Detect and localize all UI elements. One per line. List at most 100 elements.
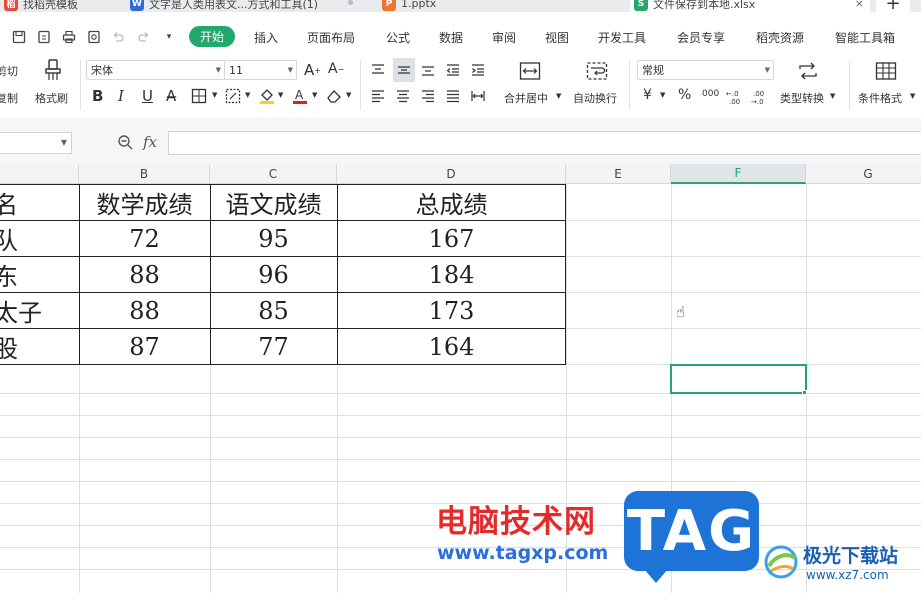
menu-data[interactable]: 数据	[439, 29, 463, 46]
menu-view[interactable]: 视图	[545, 29, 569, 46]
export-pdf-icon[interactable]	[35, 28, 53, 46]
table-cell[interactable]: 173	[337, 293, 566, 328]
percent-button[interactable]: %	[678, 87, 691, 103]
align-left-icon[interactable]	[368, 84, 388, 108]
font-size-select[interactable]: 11 ▼	[224, 60, 297, 80]
type-convert-icon[interactable]	[796, 59, 820, 83]
merge-center-icon[interactable]	[518, 59, 542, 83]
menu-formulas[interactable]: 公式	[386, 29, 410, 46]
column-header-g[interactable]: G	[806, 164, 921, 184]
menu-home-tab[interactable]: 开始	[189, 26, 235, 47]
merge-center-button[interactable]: 合并居中	[504, 90, 548, 106]
column-header-c[interactable]: C	[210, 164, 337, 184]
currency-button[interactable]: ¥	[643, 87, 652, 103]
table-cell[interactable]: 88	[79, 257, 210, 292]
chevron-down-icon[interactable]: ▼	[212, 91, 217, 99]
print-icon[interactable]	[60, 28, 78, 46]
copy-button[interactable]: 复制	[0, 90, 18, 106]
menu-insert[interactable]: 插入	[254, 29, 278, 46]
decrease-font-size-icon[interactable]: A −	[328, 61, 344, 77]
insert-function-button[interactable]: fx	[143, 133, 157, 151]
justify-icon[interactable]	[443, 84, 463, 108]
save-icon[interactable]	[10, 28, 28, 46]
table-cell[interactable]: 88	[79, 293, 210, 328]
bold-button[interactable]: B	[92, 87, 103, 105]
chevron-down-icon[interactable]: ▼	[245, 91, 250, 99]
column-header-a[interactable]: A	[0, 164, 79, 184]
fill-handle[interactable]	[802, 390, 807, 395]
menu-developer[interactable]: 开发工具	[598, 29, 646, 46]
format-painter-icon[interactable]	[41, 58, 65, 82]
fill-color-icon[interactable]	[256, 84, 278, 108]
wrap-text-icon[interactable]	[585, 59, 609, 83]
increase-decimal-icon[interactable]: ←.0.00	[724, 85, 746, 109]
table-header-cell[interactable]: 数学成绩	[79, 185, 210, 220]
chevron-down-icon[interactable]: ▼	[556, 92, 561, 100]
font-name-select[interactable]: 宋体 ▼	[86, 60, 225, 80]
new-tab-button[interactable]: +	[876, 0, 910, 12]
redo-icon[interactable]	[135, 28, 153, 46]
table-cell[interactable]: 队	[0, 221, 79, 256]
table-cell[interactable]: 184	[337, 257, 566, 292]
table-header-cell[interactable]: 名	[0, 185, 79, 220]
strikethrough-icon[interactable]: A̶	[166, 87, 176, 105]
table-cell[interactable]: 164	[337, 329, 566, 364]
decrease-indent-icon[interactable]	[443, 58, 463, 82]
chevron-down-icon[interactable]: ▼	[346, 91, 351, 99]
table-header-cell[interactable]: 语文成绩	[210, 185, 337, 220]
column-header-b[interactable]: B	[79, 164, 210, 184]
print-preview-icon[interactable]	[85, 28, 103, 46]
align-bottom-icon[interactable]	[418, 58, 438, 82]
name-box[interactable]: ▼	[0, 132, 72, 154]
column-header-d[interactable]: D	[337, 164, 566, 184]
chevron-down-icon[interactable]: ▼	[660, 91, 665, 99]
column-header-e[interactable]: E	[566, 164, 671, 184]
cut-button[interactable]: 剪切	[0, 63, 18, 79]
thousands-separator-button[interactable]: 000	[702, 89, 719, 99]
conditional-format-button[interactable]: 条件格式	[858, 90, 902, 106]
table-cell[interactable]: 股	[0, 329, 79, 364]
menu-smart-toolbox[interactable]: 智能工具箱	[835, 29, 895, 46]
chevron-down-icon[interactable]: ▼	[278, 91, 283, 99]
align-center-icon[interactable]	[393, 84, 413, 108]
table-cell[interactable]: 77	[210, 329, 337, 364]
increase-font-size-icon[interactable]: A +	[304, 61, 321, 79]
menu-page-layout[interactable]: 页面布局	[307, 29, 355, 46]
table-cell[interactable]: 95	[210, 221, 337, 256]
align-middle-icon[interactable]	[393, 58, 415, 82]
wrap-text-button[interactable]: 自动换行	[573, 90, 617, 106]
distributed-align-icon[interactable]	[468, 84, 488, 108]
type-convert-button[interactable]: 类型转换	[780, 90, 824, 106]
zoom-search-icon[interactable]	[117, 134, 133, 150]
table-cell[interactable]: 87	[79, 329, 210, 364]
eraser-icon[interactable]	[323, 84, 345, 108]
align-right-icon[interactable]	[418, 84, 438, 108]
align-top-icon[interactable]	[368, 58, 388, 82]
close-tab-icon[interactable]: ×	[855, 0, 864, 10]
quick-access-dropdown-icon[interactable]: ▾	[160, 28, 178, 46]
chevron-down-icon[interactable]: ▼	[910, 92, 915, 100]
menu-review[interactable]: 审阅	[492, 29, 516, 46]
table-cell[interactable]: 太子	[0, 293, 79, 328]
number-format-select[interactable]: 常规 ▼	[637, 60, 774, 80]
table-cell[interactable]: 东	[0, 257, 79, 292]
active-cell-selection[interactable]	[670, 364, 807, 394]
table-cell[interactable]: 72	[79, 221, 210, 256]
italic-button[interactable]: I	[118, 87, 124, 105]
table-cell[interactable]: 167	[337, 221, 566, 256]
increase-indent-icon[interactable]	[468, 58, 488, 82]
tab-xlsx-active[interactable]: S 文件保存到本地.xlsx ×	[630, 0, 870, 12]
underline-button[interactable]: U	[142, 87, 153, 105]
menu-member[interactable]: 会员专享	[677, 29, 725, 46]
font-color-icon[interactable]: A	[289, 84, 311, 108]
cell-fill-pattern-icon[interactable]	[222, 84, 244, 108]
column-header-f[interactable]: F	[671, 164, 806, 184]
tab-docer-templates[interactable]: 稻 找稻壳模板	[0, 0, 115, 12]
undo-icon[interactable]	[109, 28, 127, 46]
tab-writer-document[interactable]: W 文字是人类用表文...方式和工具(1)	[126, 0, 372, 12]
tab-pptx[interactable]: P 1.pptx	[378, 0, 618, 12]
chevron-down-icon[interactable]: ▼	[830, 92, 835, 100]
chevron-down-icon[interactable]: ▼	[312, 91, 317, 99]
border-icon[interactable]	[188, 84, 210, 108]
menu-docer-resources[interactable]: 稻壳资源	[756, 29, 804, 46]
